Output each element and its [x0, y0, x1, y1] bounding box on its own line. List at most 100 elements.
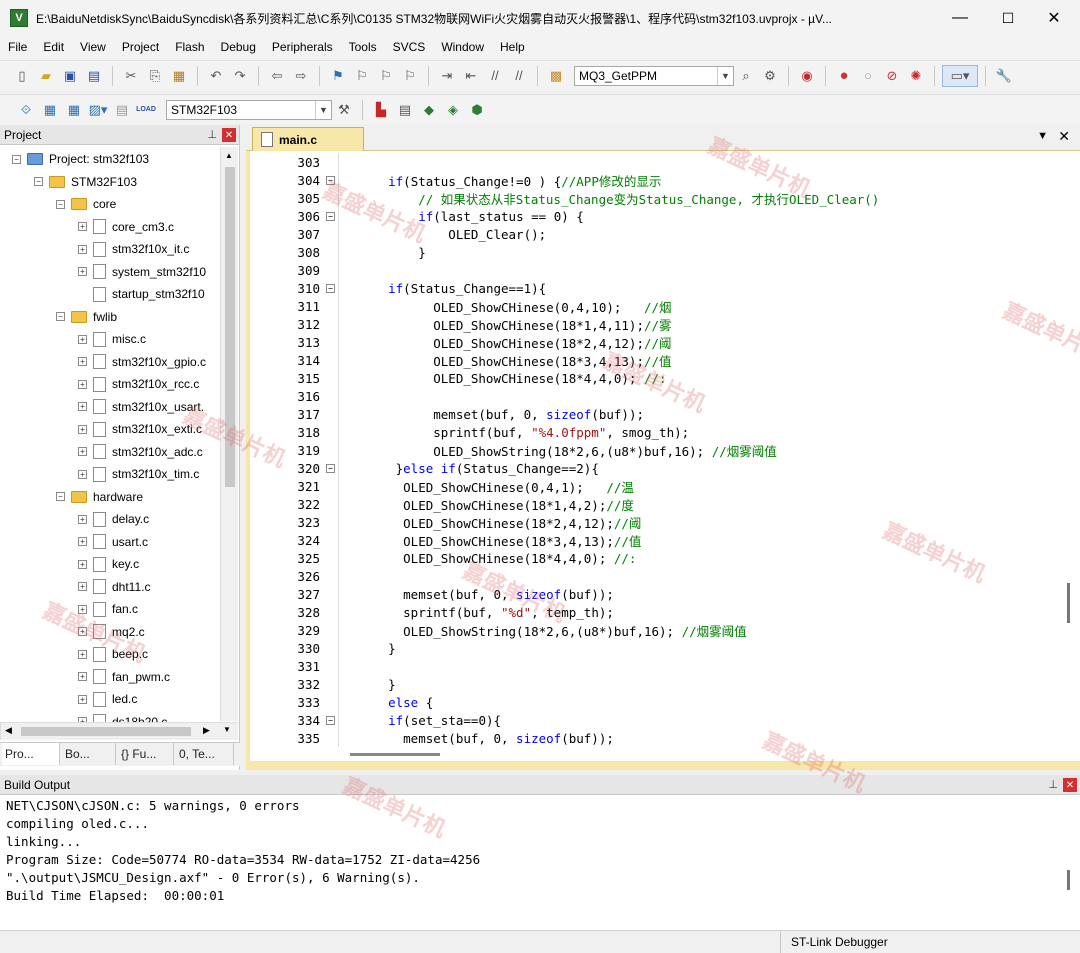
code-line[interactable]: 309 — [250, 261, 1060, 279]
menu-project[interactable]: Project — [114, 40, 167, 54]
expand-icon[interactable]: + — [78, 334, 87, 344]
menu-peripherals[interactable]: Peripherals — [264, 40, 341, 54]
expand-icon[interactable]: + — [78, 267, 87, 276]
bookmark-next-icon[interactable]: ⚐ — [375, 65, 397, 87]
tree-file-item[interactable]: + key.c — [78, 553, 139, 575]
code-line[interactable]: 308 } — [250, 243, 1060, 261]
undo-icon[interactable]: ↶ — [205, 65, 227, 87]
close-icon[interactable]: ✕ — [1063, 778, 1077, 792]
collapse-icon[interactable]: − — [12, 154, 21, 164]
expand-icon[interactable]: + — [78, 604, 87, 614]
tree-folder-item[interactable]: − core — [56, 193, 116, 215]
code-line[interactable]: 320− }else if(Status_Change==2){ — [250, 459, 1060, 477]
tree-file-item[interactable]: + dht11.c — [78, 576, 150, 598]
minimize-button[interactable]: — — [936, 0, 984, 36]
code-line[interactable]: 334− if(set_sta==0){ — [250, 711, 1060, 729]
expand-icon[interactable]: + — [78, 424, 87, 434]
collapse-icon[interactable]: − — [56, 312, 65, 321]
code-line[interactable]: 321 OLED_ShowCHinese(0,4,1); //温 — [250, 477, 1060, 495]
paste-icon[interactable]: ▦ — [168, 65, 190, 87]
tree-file-item[interactable]: + beep.c — [78, 643, 148, 665]
pin-icon[interactable]: ⊥ — [1048, 778, 1058, 791]
tree-folder-item[interactable]: − fwlib — [56, 306, 117, 328]
find-icon[interactable]: ⌕ — [735, 65, 757, 87]
project-hscroll[interactable]: ◀ ▶ ▼ — [0, 722, 238, 740]
close-icon[interactable]: ✕ — [222, 128, 236, 142]
tree-file-item[interactable]: + stm32f10x_rcc.c — [78, 373, 199, 395]
expand-icon[interactable]: + — [78, 447, 87, 456]
code-line[interactable]: 333 else { — [250, 693, 1060, 711]
build-output-text[interactable]: NET\CJSON\cJSON.c: 5 warnings, 0 errors c… — [0, 798, 1060, 928]
pack-installer-icon[interactable]: ◈ — [442, 99, 464, 121]
code-line[interactable]: 326 — [250, 567, 1060, 585]
menu-view[interactable]: View — [72, 40, 114, 54]
fold-toggle-icon[interactable]: − — [326, 175, 335, 185]
tree-file-item[interactable]: startup_stm32f10 — [78, 283, 205, 305]
expand-icon[interactable]: + — [78, 379, 87, 389]
redo-icon[interactable]: ↷ — [229, 65, 251, 87]
window-layout-icon[interactable]: ▭▾ — [942, 64, 978, 87]
tab-list-icon[interactable]: ▼ — [1037, 130, 1048, 142]
code-line[interactable]: 307 OLED_Clear(); — [250, 225, 1060, 243]
new-file-icon[interactable]: ▯ — [11, 65, 33, 87]
uncomment-icon[interactable]: // — [508, 65, 530, 87]
build-icon[interactable]: ▦ — [39, 99, 61, 121]
tree-file-item[interactable]: + delay.c — [78, 508, 149, 530]
expand-icon[interactable]: + — [78, 537, 87, 546]
code-line[interactable]: 323 OLED_ShowCHinese(18*2,4,12);//阈 — [250, 513, 1060, 531]
expand-icon[interactable]: + — [78, 222, 87, 231]
panel-tab-2[interactable]: {} Fu... — [118, 743, 174, 765]
code-line[interactable]: 312 OLED_ShowCHinese(18*1,4,11);//雾 — [250, 315, 1060, 333]
bookmark-prev-icon[interactable]: ⚐ — [351, 65, 373, 87]
bookmark-clear-icon[interactable]: ⚐ — [399, 65, 421, 87]
tree-file-item[interactable]: + stm32f10x_exti.c — [78, 418, 202, 440]
close-icon[interactable]: ✕ — [1058, 128, 1070, 145]
breakpoint-kill-all-icon[interactable]: ✺ — [905, 65, 927, 87]
expand-icon[interactable]: + — [78, 649, 87, 659]
code-line[interactable]: 318 sprintf(buf, "%4.0fppm", smog_th); — [250, 423, 1060, 441]
cut-icon[interactable]: ✂ — [120, 65, 142, 87]
fold-toggle-icon[interactable]: − — [326, 211, 335, 221]
code-line[interactable]: 335 memset(buf, 0, sizeof(buf)); — [250, 729, 1060, 747]
code-line[interactable]: 313 OLED_ShowCHinese(18*2,4,12);//阈 — [250, 333, 1060, 351]
scroll-thumb[interactable] — [225, 167, 235, 487]
tree-file-item[interactable]: + mq2.c — [78, 621, 145, 643]
menu-file[interactable]: File — [0, 40, 35, 54]
target-options-icon[interactable]: ⚒ — [333, 99, 355, 121]
menu-edit[interactable]: Edit — [35, 40, 72, 54]
indent-icon[interactable]: ⇥ — [436, 65, 458, 87]
fold-toggle-icon[interactable]: − — [326, 283, 335, 293]
tree-file-item[interactable]: + stm32f10x_it.c — [78, 238, 189, 260]
file-extensions-icon[interactable]: ▤ — [394, 99, 416, 121]
chevron-down-icon[interactable]: ▼ — [315, 100, 331, 119]
breakpoint-icon[interactable]: ● — [833, 65, 855, 87]
bookmark-icon[interactable]: ⚑ — [327, 65, 349, 87]
save-all-icon[interactable]: ▤ — [83, 65, 105, 87]
batch-build-icon[interactable]: ▨▾ — [87, 99, 109, 121]
code-line[interactable]: 319 OLED_ShowString(18*2,6,(u8*)buf,16);… — [250, 441, 1060, 459]
maximize-button[interactable]: ☐ — [984, 0, 1032, 36]
scroll-down-icon[interactable]: ▼ — [223, 725, 231, 734]
code-line[interactable]: 324 OLED_ShowCHinese(18*3,4,13);//值 — [250, 531, 1060, 549]
function-combo[interactable]: MQ3_GetPPM ▼ — [574, 65, 734, 86]
code-line[interactable]: 303 — [250, 153, 1060, 171]
tree-file-item[interactable]: + fan.c — [78, 598, 138, 620]
breakpoint-disable-all-icon[interactable]: ⊘ — [881, 65, 903, 87]
code-line[interactable]: 316 — [250, 387, 1060, 405]
code-line[interactable]: 317 memset(buf, 0, sizeof(buf)); — [250, 405, 1060, 423]
tree-file-item[interactable]: + usart.c — [78, 531, 148, 553]
tree-folder-item[interactable]: − hardware — [56, 486, 143, 508]
code-line[interactable]: 306− if(last_status == 0) { — [250, 207, 1060, 225]
code-line[interactable]: 327 memset(buf, 0, sizeof(buf)); — [250, 585, 1060, 603]
debug-start-icon[interactable]: ◉ — [796, 65, 818, 87]
nav-back-icon[interactable]: ⇦ — [266, 65, 288, 87]
editor-vscroll[interactable] — [1060, 153, 1078, 747]
pin-icon[interactable]: ⊥ — [207, 128, 217, 141]
collapse-icon[interactable]: − — [34, 177, 43, 186]
tab-main-c[interactable]: main.c — [252, 127, 364, 151]
expand-icon[interactable]: + — [78, 582, 87, 591]
scroll-up-icon[interactable]: ▲ — [225, 151, 233, 160]
menu-svcs[interactable]: SVCS — [385, 40, 434, 54]
code-line[interactable]: 310− if(Status_Change==1){ — [250, 279, 1060, 297]
expand-icon[interactable]: + — [78, 469, 87, 479]
